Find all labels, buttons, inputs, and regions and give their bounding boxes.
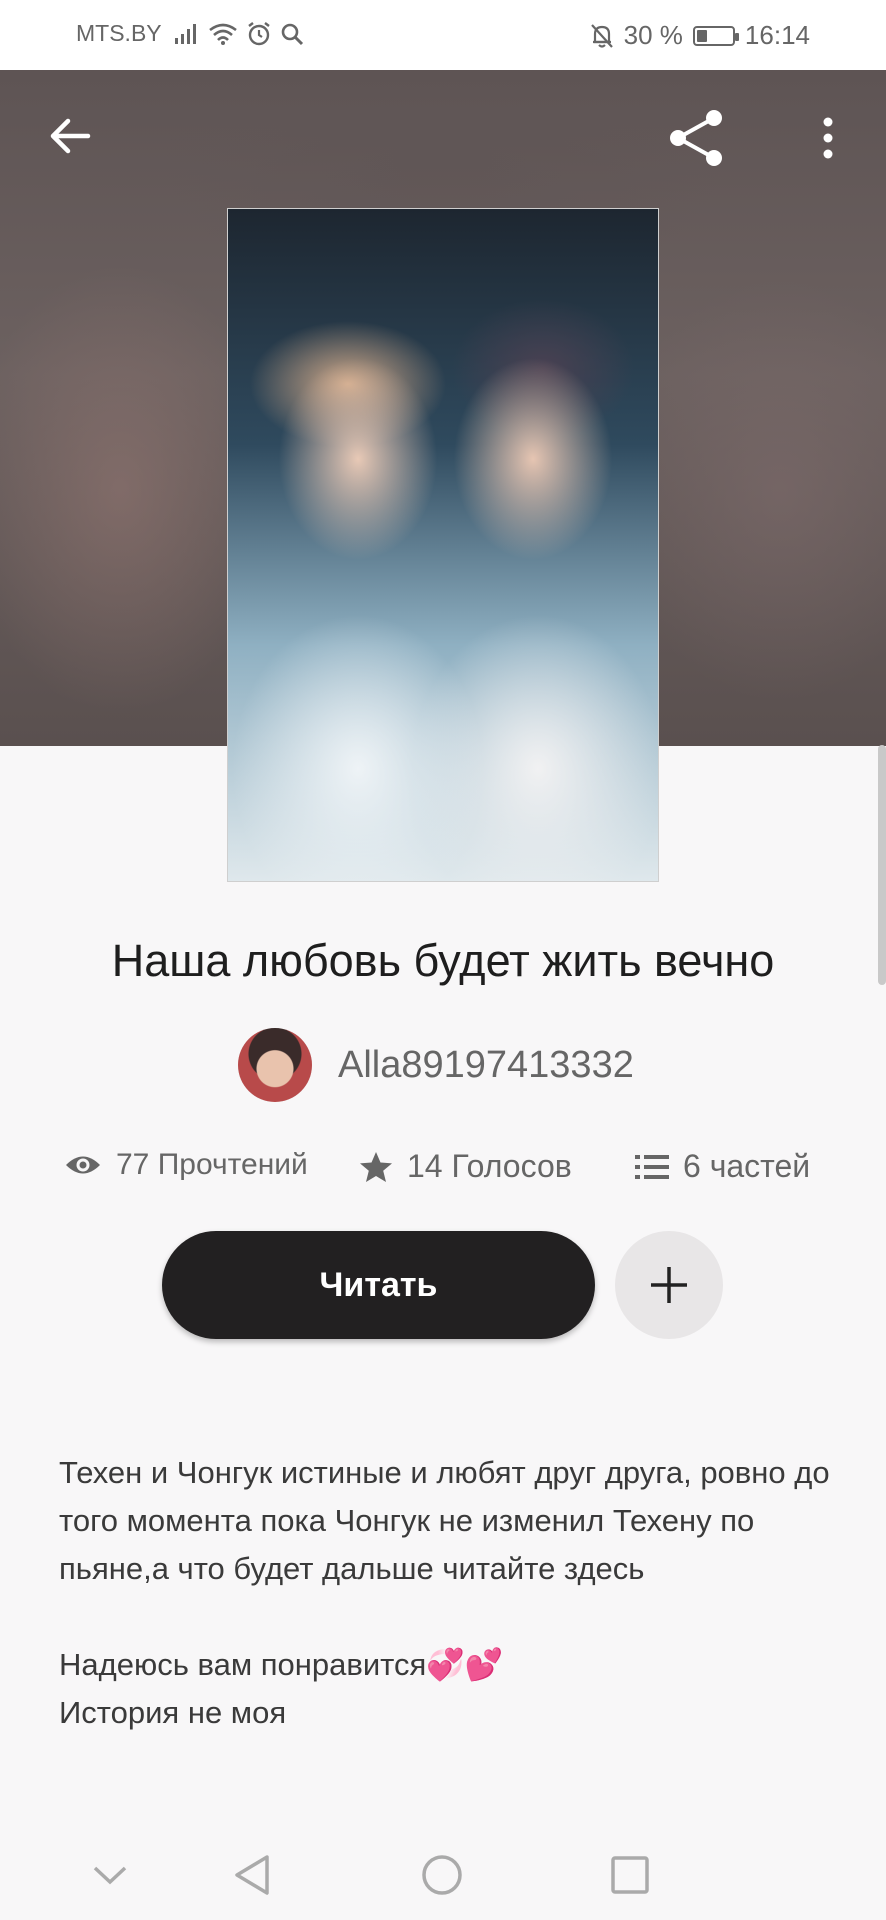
nav-home-button[interactable] [412, 1852, 472, 1898]
status-right: 30 % 16:14 [590, 20, 810, 51]
author-name[interactable]: Alla89197413332 [338, 1044, 634, 1087]
wifi-icon [208, 23, 237, 45]
status-bar: MTS.BY 30 % 16:14 [0, 0, 886, 70]
parts-stat: 6 частей [635, 1148, 810, 1185]
nav-collapse-button[interactable] [80, 1852, 140, 1898]
note-line-1: Надеюсь вам понравится💞💕 [59, 1647, 504, 1682]
reads-stat: 77 Прочтений [64, 1148, 308, 1182]
star-icon [360, 1151, 392, 1182]
parts-count: 6 частей [683, 1148, 811, 1184]
add-to-library-button[interactable] [615, 1231, 723, 1339]
plus-icon [651, 1267, 687, 1303]
reads-count: 77 Прочтений [116, 1148, 308, 1181]
author-row[interactable]: Alla89197413332 [238, 1028, 634, 1102]
circle-home-icon [422, 1855, 462, 1895]
status-left: MTS.BY [76, 20, 304, 47]
battery-icon [692, 25, 739, 46]
back-button[interactable] [40, 106, 100, 166]
note-line-2: История не моя [59, 1695, 287, 1730]
alarm-icon [247, 21, 270, 45]
votes-count: 14 Голосов [407, 1148, 572, 1184]
system-nav-bar [0, 1830, 886, 1920]
scrollbar[interactable] [878, 745, 886, 985]
battery-percent: 30 % [623, 20, 683, 50]
nav-back-button[interactable] [222, 1852, 282, 1898]
share-button[interactable] [665, 106, 729, 170]
author-avatar[interactable] [238, 1028, 312, 1102]
read-button[interactable]: Читать [162, 1231, 595, 1339]
clock: 16:14 [744, 20, 810, 50]
story-title: Наша любовь будет жить вечно [111, 935, 775, 986]
share-icon [670, 110, 722, 166]
more-vertical-icon [823, 117, 833, 159]
story-description: Техен и Чонгук истиные и любят друг друг… [59, 1449, 839, 1737]
votes-stat: 14 Голосов [359, 1148, 572, 1185]
carrier-name: MTS.BY [76, 20, 162, 46]
chevron-down-icon [93, 1866, 127, 1885]
story-stats: 77 Прочтений 14 Голосов 6 частей [0, 1148, 886, 1198]
triangle-back-icon [235, 1855, 269, 1895]
arrow-left-icon [50, 118, 91, 154]
status-icons [174, 21, 304, 47]
square-recents-icon [611, 1856, 649, 1894]
battery-level [696, 29, 708, 42]
description-text: Техен и Чонгук истиные и любят друг друг… [59, 1455, 830, 1586]
search-icon [281, 23, 303, 45]
signal-icon [174, 23, 196, 44]
story-cover-image[interactable] [227, 208, 659, 882]
mute-bell-icon [590, 23, 613, 48]
more-options-button[interactable] [808, 106, 848, 170]
nav-recents-button[interactable] [600, 1852, 660, 1898]
eye-icon [66, 1156, 100, 1174]
list-icon [635, 1154, 669, 1179]
